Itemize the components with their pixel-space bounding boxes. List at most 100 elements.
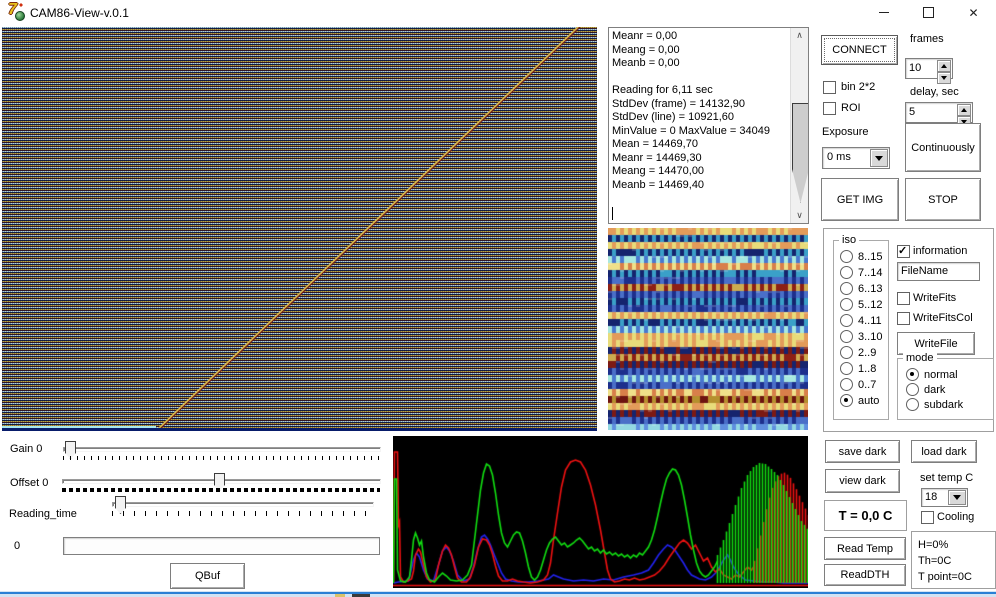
- main-image-view: [2, 27, 597, 431]
- cooling-checkbox[interactable]: [921, 511, 934, 524]
- mode-options: normal dark subdark: [906, 368, 964, 411]
- window-title: CAM86-View-v.0.1: [30, 6, 129, 20]
- tpoint-value: T point=0C: [918, 571, 972, 583]
- memo-scrollbar[interactable]: ∧ ∨: [790, 28, 808, 223]
- mode-option-1[interactable]: dark: [906, 383, 963, 396]
- roi-checkbox[interactable]: [823, 102, 836, 115]
- iso-option-7[interactable]: 1..8: [840, 362, 882, 375]
- writefitscol-label: WriteFitsCol: [913, 312, 973, 324]
- radio-icon: [840, 282, 853, 295]
- taskbar-strip: [0, 591, 996, 597]
- temp-display: T = 0,0 C: [824, 500, 907, 531]
- cooling-label: Cooling: [937, 511, 975, 523]
- radio-icon: [840, 250, 853, 263]
- connect-button[interactable]: CONNECT: [821, 35, 898, 65]
- spark-icon: [19, 3, 23, 7]
- iso-option-label: 1..8: [858, 362, 877, 375]
- mode-option-label: normal: [924, 368, 958, 381]
- info-memo[interactable]: Meanr = 0,00 Meang = 0,00 Meanb = 0,00 R…: [608, 27, 809, 224]
- iso-option-6[interactable]: 2..9: [840, 346, 882, 359]
- filename-value: FileName: [901, 265, 949, 277]
- radio-icon: [840, 346, 853, 359]
- maximize-button[interactable]: [906, 0, 951, 25]
- rgb-histogram: [393, 436, 808, 588]
- writefits-checkbox[interactable]: [897, 292, 910, 305]
- iso-option-1[interactable]: 7..14: [840, 266, 883, 279]
- exposure-label: Exposure: [822, 126, 869, 138]
- radio-icon: [840, 330, 853, 343]
- continuously-button[interactable]: Continuously: [905, 123, 981, 172]
- progress-label: 0: [14, 540, 21, 552]
- env-panel: H=0% Th=0C T point=0C: [911, 531, 996, 589]
- offset-label: Offset 0: [10, 477, 49, 489]
- load-dark-button[interactable]: load dark: [911, 440, 977, 463]
- iso-option-label: 6..13: [858, 282, 883, 295]
- iso-option-4[interactable]: 4..11: [840, 314, 882, 327]
- frames-value: 10: [909, 62, 922, 74]
- minimize-icon: [878, 12, 889, 13]
- minimize-button[interactable]: [861, 0, 906, 25]
- set-temp-label: set temp C: [920, 472, 974, 484]
- writefitscol-checkbox[interactable]: [897, 312, 910, 325]
- exposure-combobox[interactable]: 0 ms: [822, 147, 890, 169]
- bin-label: bin 2*2: [841, 81, 876, 93]
- bin-checkbox[interactable]: [823, 81, 836, 94]
- set-temp-combobox[interactable]: 18: [921, 488, 968, 507]
- iso-options: 8..15 7..14 6..13 5..12 4..11 3..10 2..9 1..8 0.…: [840, 250, 883, 407]
- exposure-dropdown-icon[interactable]: [870, 149, 888, 167]
- get-img-button[interactable]: GET IMG: [821, 178, 899, 221]
- iso-option-3[interactable]: 5..12: [840, 298, 883, 311]
- radio-icon: [906, 398, 919, 411]
- close-icon: ✕: [968, 5, 979, 20]
- iso-option-5[interactable]: 3..10: [840, 330, 883, 343]
- frames-label: frames: [910, 33, 944, 45]
- mode-option-label: dark: [924, 383, 946, 396]
- title-bar[interactable]: 7 CAM86-View-v.0.1 ✕: [0, 0, 996, 25]
- scrollbar-thumb[interactable]: [792, 103, 808, 203]
- frames-spinner[interactable]: 10: [905, 58, 953, 84]
- iso-option-9[interactable]: auto: [840, 394, 882, 407]
- mode-groupbox: mode normal dark subdark: [897, 352, 994, 420]
- read-temp-button[interactable]: Read Temp: [824, 537, 906, 560]
- text-caret: [612, 207, 613, 220]
- delay-up-icon[interactable]: [957, 104, 971, 116]
- iso-option-label: 5..12: [858, 298, 883, 311]
- iso-option-2[interactable]: 6..13: [840, 282, 883, 295]
- scroll-up-arrow-icon[interactable]: ∧: [791, 28, 808, 43]
- reading-time-slider-track[interactable]: [112, 502, 374, 507]
- iso-option-label: 0..7: [858, 378, 877, 391]
- bottom-navy-strip: [2, 428, 597, 431]
- set-temp-dropdown-icon[interactable]: [948, 490, 966, 505]
- iso-option-label: 3..10: [858, 330, 883, 343]
- gain-slider-track[interactable]: [63, 447, 381, 452]
- radio-icon: [906, 368, 919, 381]
- view-dark-button[interactable]: view dark: [825, 469, 900, 493]
- gain-label: Gain 0: [10, 443, 43, 455]
- diagonal-seam: [155, 27, 581, 431]
- frames-down-icon[interactable]: [937, 72, 951, 84]
- writefits-label: WriteFits: [913, 292, 957, 304]
- stop-button[interactable]: STOP: [905, 178, 981, 221]
- iso-option-8[interactable]: 0..7: [840, 378, 882, 391]
- delay-spinner[interactable]: 5: [905, 102, 973, 128]
- memo-text: Meanr = 0,00 Meang = 0,00 Meanb = 0,00 R…: [612, 30, 770, 191]
- mode-option-2[interactable]: subdark: [906, 398, 964, 411]
- mode-option-label: subdark: [924, 398, 964, 411]
- globe-icon: [15, 11, 25, 21]
- information-label: information: [913, 245, 968, 257]
- iso-option-label: auto: [858, 394, 880, 407]
- information-checkbox[interactable]: [897, 244, 910, 258]
- iso-option-label: 7..14: [858, 266, 883, 279]
- read-dth-button[interactable]: ReadDTH: [824, 564, 906, 586]
- set-temp-value: 18: [925, 491, 938, 503]
- reading-time-ticks: [112, 511, 373, 516]
- close-button[interactable]: ✕: [951, 0, 996, 25]
- iso-option-0[interactable]: 8..15: [840, 250, 882, 263]
- save-dark-button[interactable]: save dark: [825, 440, 900, 463]
- scroll-down-arrow-icon[interactable]: ∨: [791, 208, 808, 223]
- radio-icon: [840, 362, 853, 375]
- mode-option-0[interactable]: normal: [906, 368, 963, 381]
- frames-up-icon[interactable]: [937, 60, 951, 72]
- qbuf-button[interactable]: QBuf: [170, 563, 245, 589]
- filename-input[interactable]: FileName: [897, 262, 980, 281]
